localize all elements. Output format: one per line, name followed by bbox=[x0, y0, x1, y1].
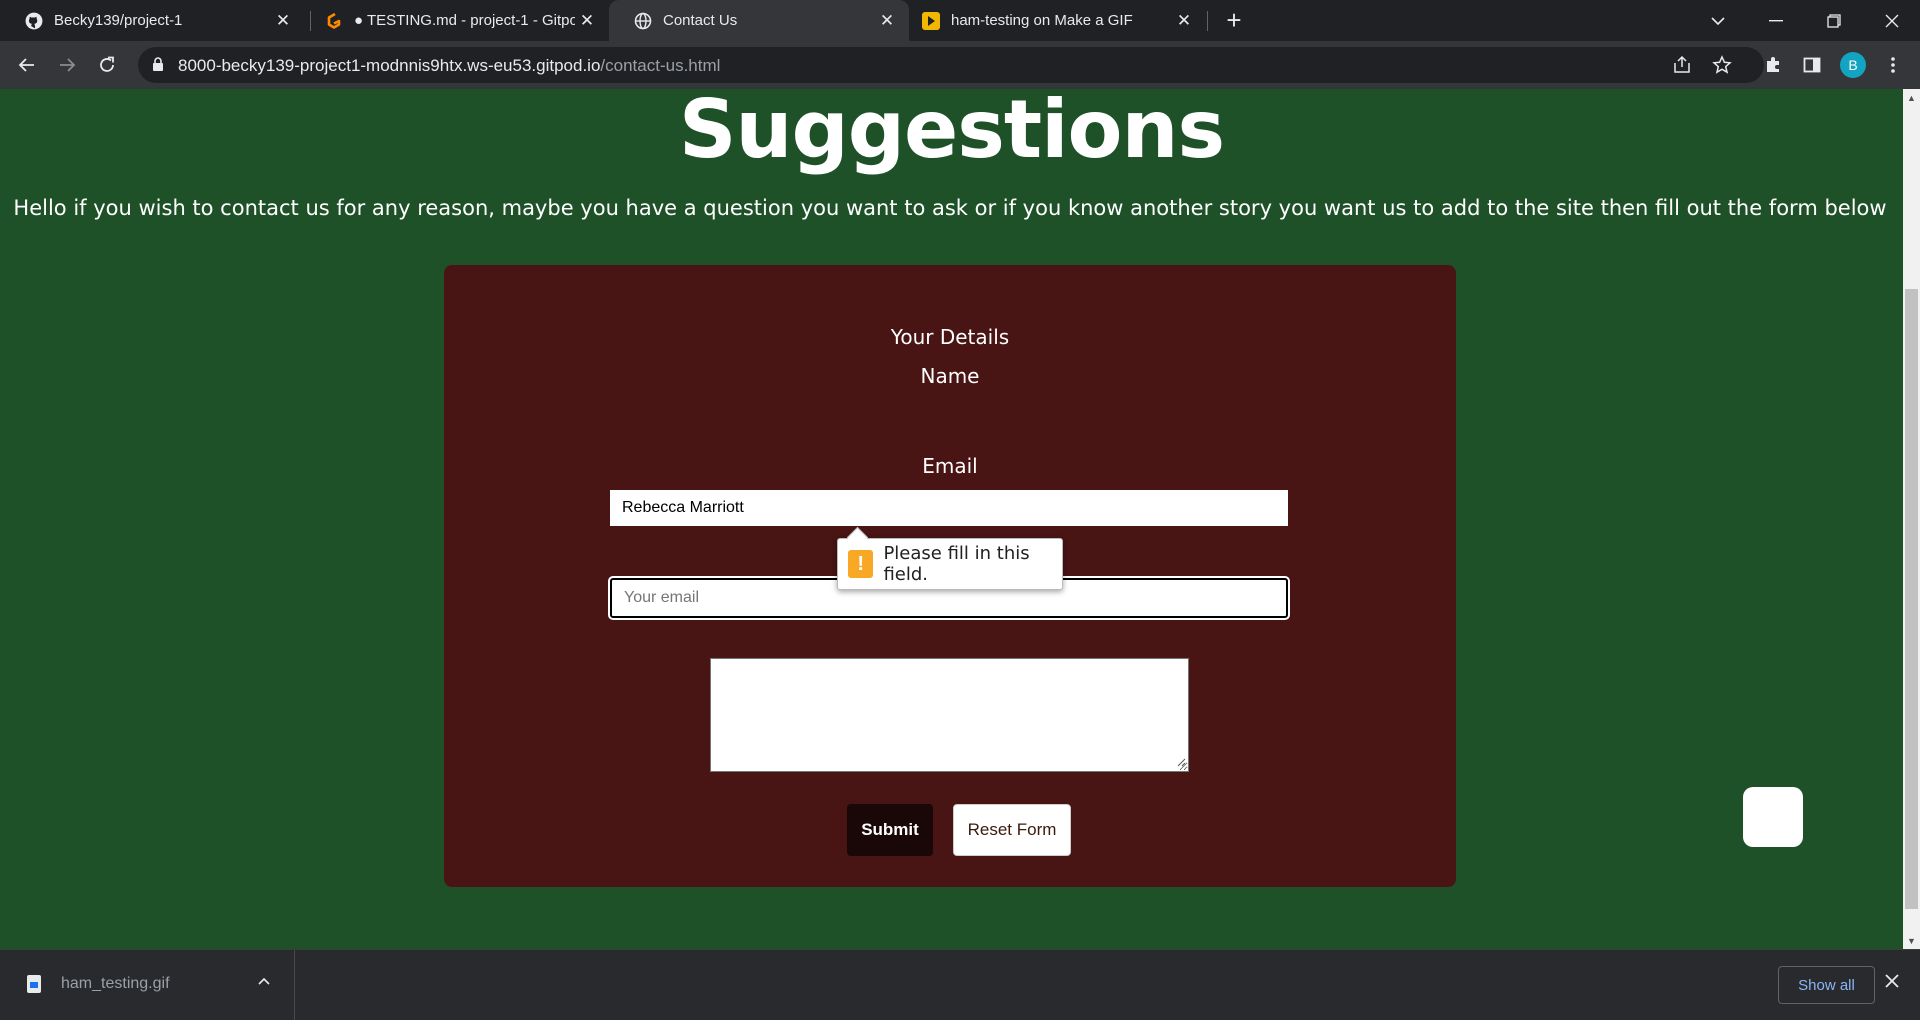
scroll-down-icon[interactable]: ▼ bbox=[1903, 932, 1920, 949]
page-scrollbar[interactable]: ▲ ▼ bbox=[1903, 89, 1920, 949]
back-icon[interactable] bbox=[12, 50, 42, 80]
intro-text: Hello if you wish to contact us for any … bbox=[13, 196, 1887, 220]
tab-gitpod[interactable]: ● TESTING.md - project-1 - Gitpod ✕ bbox=[312, 0, 609, 41]
side-panel-icon[interactable] bbox=[1797, 50, 1827, 80]
name-input[interactable] bbox=[610, 490, 1288, 526]
globe-icon bbox=[633, 11, 653, 31]
tab-search-icon[interactable] bbox=[1690, 0, 1746, 41]
close-icon[interactable]: ✕ bbox=[875, 9, 899, 33]
contact-page: Suggestions Hello if you wish to contact… bbox=[0, 89, 1903, 919]
tab-makeagif[interactable]: ham-testing on Make a GIF ✕ bbox=[909, 0, 1206, 41]
tab-divider bbox=[310, 11, 311, 31]
form-section-title: Your Details bbox=[890, 325, 1010, 349]
name-label: Name bbox=[920, 364, 980, 388]
tab-github[interactable]: Becky139/project-1 ✕ bbox=[0, 0, 305, 41]
submit-button[interactable]: Submit bbox=[847, 804, 933, 856]
tab-title: Becky139/project-1 bbox=[54, 12, 183, 29]
show-all-button[interactable]: Show all bbox=[1778, 966, 1875, 1004]
browser-toolbar: 8000-becky139-project1-modnnis9htx.ws-eu… bbox=[0, 41, 1920, 89]
restore-icon[interactable] bbox=[1806, 0, 1862, 41]
close-window-icon[interactable] bbox=[1864, 0, 1920, 41]
tab-strip: Becky139/project-1 ✕ ● TESTING.md - proj… bbox=[0, 0, 1920, 41]
url-text: 8000-becky139-project1-modnnis9htx.ws-eu… bbox=[178, 56, 720, 76]
bookmark-star-icon[interactable] bbox=[1712, 55, 1732, 75]
download-shelf: ham_testing.gif Show all bbox=[0, 949, 1920, 1020]
makeagif-icon bbox=[921, 11, 941, 31]
close-icon[interactable] bbox=[1885, 971, 1899, 994]
url-host: 8000-becky139-project1-modnnis9htx.ws-eu… bbox=[178, 56, 601, 75]
warning-icon: ! bbox=[848, 550, 874, 578]
page-heading: Suggestions bbox=[678, 89, 1225, 176]
forward-icon[interactable] bbox=[52, 50, 82, 80]
menu-icon[interactable] bbox=[1878, 50, 1908, 80]
improve-textarea[interactable] bbox=[710, 658, 1189, 772]
reset-form-button[interactable]: Reset Form bbox=[953, 804, 1071, 856]
chevron-up-icon[interactable] bbox=[258, 972, 270, 988]
profile-avatar[interactable]: B bbox=[1840, 52, 1866, 78]
github-icon bbox=[24, 11, 44, 31]
scroll-thumb[interactable] bbox=[1905, 289, 1918, 909]
minimize-icon[interactable] bbox=[1748, 0, 1804, 41]
email-label: Email bbox=[922, 454, 978, 478]
lock-icon bbox=[152, 57, 164, 77]
resize-grip-icon[interactable] bbox=[1177, 758, 1186, 767]
tab-divider bbox=[1207, 11, 1208, 31]
close-icon[interactable]: ✕ bbox=[271, 9, 295, 33]
url-path: /contact-us.html bbox=[600, 56, 721, 75]
share-icon[interactable] bbox=[1672, 55, 1692, 75]
extensions-icon[interactable] bbox=[1758, 50, 1788, 80]
tab-title: Contact Us bbox=[663, 12, 738, 29]
close-icon[interactable]: ✕ bbox=[1172, 9, 1196, 33]
validation-message: Please fill in this field. bbox=[883, 543, 1030, 585]
chat-widget-button[interactable] bbox=[1743, 787, 1803, 847]
new-tab-button[interactable]: + bbox=[1220, 5, 1248, 35]
tab-title: ham-testing on Make a GIF bbox=[951, 12, 1133, 29]
gitpod-icon bbox=[324, 11, 344, 31]
tab-title: ● TESTING.md - project-1 - Gitpod bbox=[354, 12, 575, 29]
tab-contact-us[interactable]: Contact Us ✕ bbox=[609, 0, 909, 41]
scroll-up-icon[interactable]: ▲ bbox=[1903, 89, 1920, 106]
reload-icon[interactable] bbox=[92, 50, 122, 80]
close-icon[interactable]: ✕ bbox=[575, 9, 599, 33]
download-item[interactable]: ham_testing.gif bbox=[0, 950, 295, 1020]
file-icon bbox=[27, 975, 41, 993]
address-bar[interactable]: 8000-becky139-project1-modnnis9htx.ws-eu… bbox=[138, 47, 1764, 83]
download-file-name: ham_testing.gif bbox=[61, 975, 170, 992]
validation-tooltip: ! Please fill in this field. bbox=[837, 538, 1063, 590]
